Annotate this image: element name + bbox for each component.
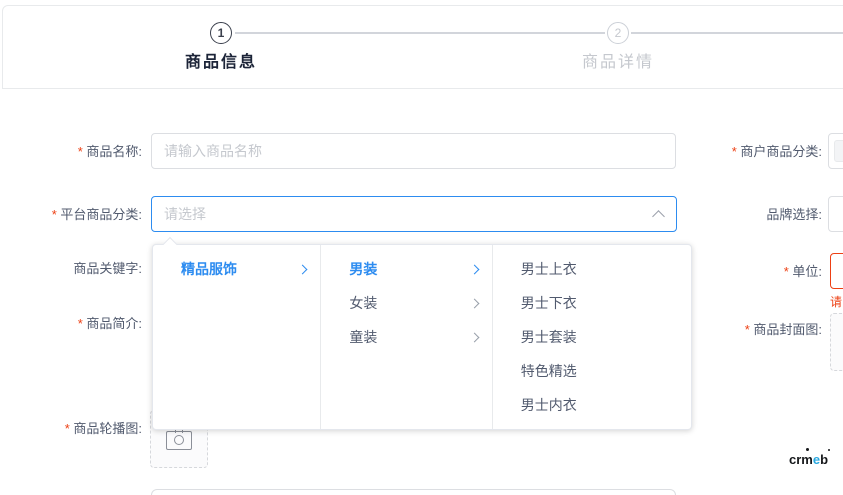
cascader-column-3: 男士上衣 男士下衣 男士套装 特色精选 男士内衣 (493, 245, 691, 429)
step2-title: 商品详情 (548, 48, 688, 72)
platform-category-select[interactable]: 请选择 (151, 196, 677, 232)
brand-select[interactable] (828, 196, 843, 232)
cascader-item[interactable]: 女装 (321, 286, 491, 320)
step1-title: 商品信息 (151, 48, 291, 72)
product-name-input[interactable]: 请输入商品名称 (151, 133, 676, 169)
chevron-right-icon (469, 264, 479, 274)
cascader-item[interactable]: 男士上衣 (493, 252, 691, 286)
cascader-column-2: 男装 女装 童装 (321, 245, 492, 429)
step2-circle: 2 (607, 22, 629, 44)
unit-input[interactable] (830, 253, 843, 289)
cascader-item[interactable]: 特色精选 (493, 354, 691, 388)
cascader-column-1: 精品服饰 (153, 245, 321, 429)
merchant-category-label: 商户商品分类: (660, 144, 822, 160)
crmeb-logo: crmeb (789, 452, 828, 467)
product-name-placeholder: 请输入商品名称 (164, 141, 262, 161)
category-cascader-dropdown: 精品服饰 男装 女装 童装 男士上衣 男士下衣 (152, 244, 692, 430)
cascader-item[interactable]: 男士下衣 (493, 286, 691, 320)
step-connector-line-2 (631, 32, 843, 34)
intro-label: 商品简介: (0, 316, 142, 332)
cascader-item[interactable]: 精品服饰 (153, 252, 320, 286)
step2-number: 2 (615, 26, 622, 40)
slider-image-label: 商品轮播图: (0, 421, 142, 437)
cascader-item[interactable]: 男士套装 (493, 320, 691, 354)
merchant-category-tag (834, 140, 843, 162)
cascader-item[interactable]: 童装 (321, 320, 491, 354)
keyword-label: 商品关键字: (0, 261, 142, 277)
cascader-item[interactable]: 男装 (321, 252, 491, 286)
product-name-label: 商品名称: (0, 144, 142, 160)
chevron-right-icon (469, 332, 479, 342)
brand-label: 品牌选择: (660, 207, 822, 223)
chevron-right-icon (469, 298, 479, 308)
platform-category-label: 平台商品分类: (0, 207, 142, 223)
product-form-page: 1 商品信息 2 商品详情 商品名称: 请输入商品名称 平台商品分类: 请选择 … (0, 0, 843, 495)
next-section-box (151, 489, 676, 495)
unit-error-text: 请 (830, 293, 842, 310)
step-connector-line-1 (235, 32, 605, 34)
cover-image-upload[interactable] (830, 313, 843, 371)
camera-icon (166, 428, 192, 450)
steps-header-card (2, 5, 843, 89)
platform-category-placeholder: 请选择 (164, 204, 206, 224)
chevron-right-icon (298, 264, 308, 274)
step1-number: 1 (218, 26, 225, 40)
step1-circle: 1 (210, 22, 232, 44)
cascader-item[interactable]: 男士内衣 (493, 388, 691, 422)
